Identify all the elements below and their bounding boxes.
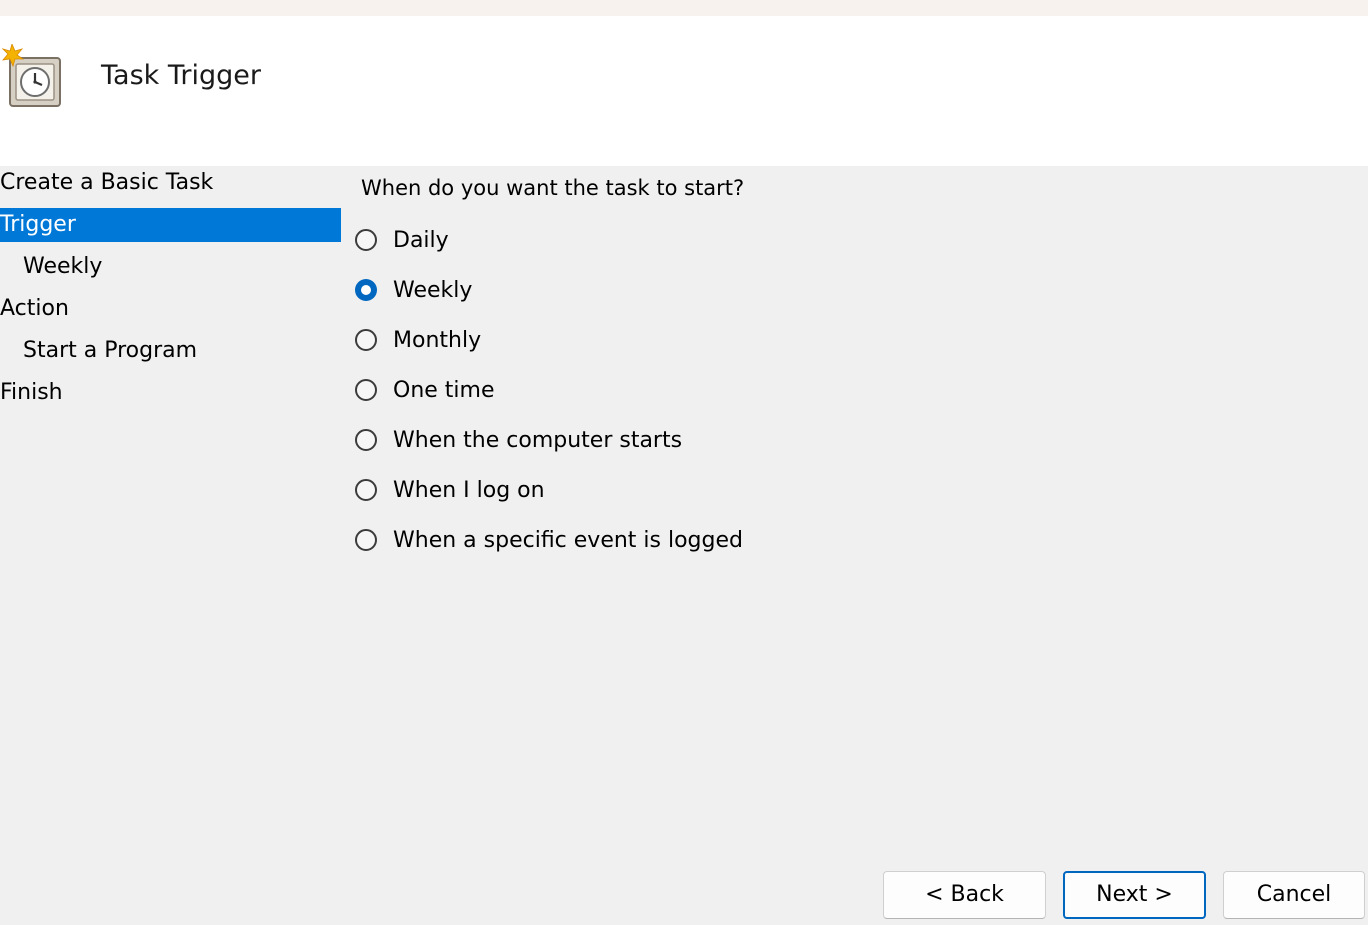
- scheduled-task-clock-icon: [1, 42, 62, 108]
- radio-label: When the computer starts: [393, 427, 683, 453]
- step-trigger[interactable]: Trigger: [0, 208, 341, 242]
- radio-label: Weekly: [393, 277, 473, 303]
- radio-button[interactable]: [355, 529, 377, 551]
- radio-one-time[interactable]: One time: [355, 375, 495, 405]
- wizard-header: Task Trigger: [0, 16, 1368, 166]
- radio-label: One time: [393, 377, 495, 403]
- radio-weekly[interactable]: Weekly: [355, 275, 472, 305]
- trigger-question: When do you want the task to start?: [361, 176, 745, 200]
- window-top-strip: [0, 0, 1368, 16]
- page-title: Task Trigger: [101, 60, 261, 91]
- radio-event-logged[interactable]: When a specific event is logged: [355, 525, 743, 555]
- step-create-basic-task[interactable]: Create a Basic Task: [0, 166, 341, 200]
- radio-label: When a specific event is logged: [393, 527, 743, 553]
- step-weekly[interactable]: Weekly: [0, 250, 341, 284]
- radio-button[interactable]: [355, 229, 377, 251]
- radio-log-on[interactable]: When I log on: [355, 475, 545, 505]
- radio-label: Daily: [393, 227, 449, 253]
- radio-monthly[interactable]: Monthly: [355, 325, 481, 355]
- radio-button[interactable]: [355, 479, 377, 501]
- radio-button[interactable]: [355, 429, 377, 451]
- radio-daily[interactable]: Daily: [355, 225, 449, 255]
- cancel-button[interactable]: Cancel: [1223, 871, 1365, 919]
- radio-button[interactable]: [355, 329, 377, 351]
- step-action[interactable]: Action: [0, 292, 341, 326]
- radio-button-selected[interactable]: [355, 279, 377, 301]
- next-button[interactable]: Next >: [1063, 871, 1206, 919]
- wizard-body: Create a Basic Task Trigger Weekly Actio…: [0, 166, 1368, 925]
- step-start-a-program[interactable]: Start a Program: [0, 334, 341, 368]
- radio-label: Monthly: [393, 327, 482, 353]
- radio-computer-starts[interactable]: When the computer starts: [355, 425, 682, 455]
- back-button[interactable]: < Back: [883, 871, 1046, 919]
- radio-label: When I log on: [393, 477, 545, 503]
- radio-button[interactable]: [355, 379, 377, 401]
- step-finish[interactable]: Finish: [0, 376, 341, 410]
